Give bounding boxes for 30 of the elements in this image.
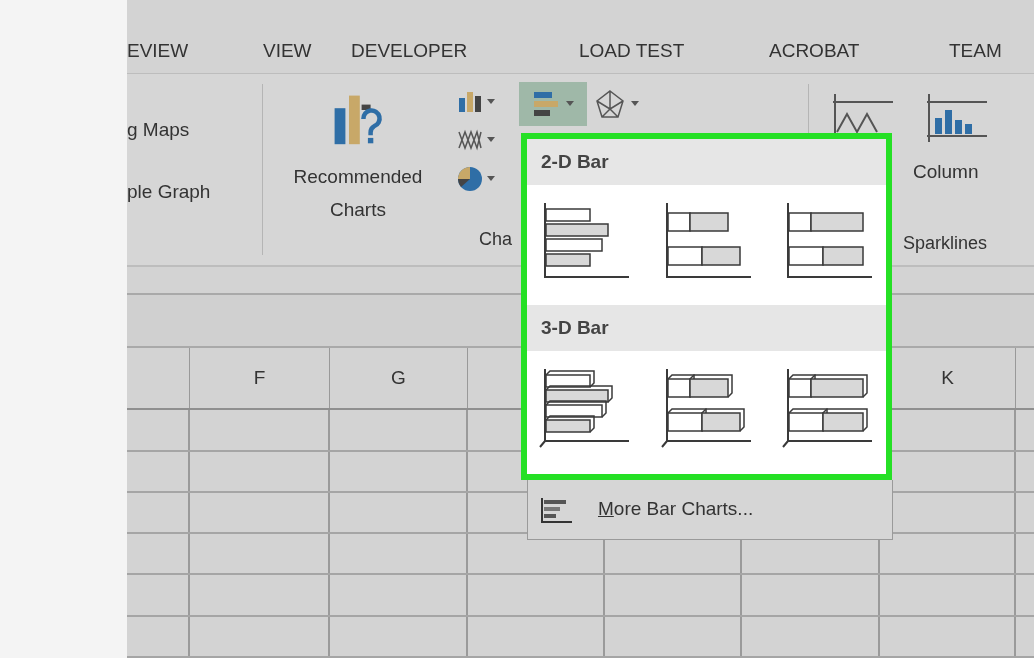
pie-chart-icon	[457, 165, 483, 192]
caret-icon	[487, 176, 495, 182]
column-sparkline-label[interactable]: Column	[913, 157, 979, 187]
ribbon-tab[interactable]: EVIEW	[127, 31, 259, 72]
caret-icon	[487, 99, 495, 105]
ribbon-label[interactable]: g Maps	[127, 115, 190, 145]
bar-chart-icon	[540, 495, 572, 524]
column-header[interactable]: K	[941, 363, 954, 393]
ribbon-tab[interactable]: ACROBAT	[765, 31, 945, 72]
group-label: Sparklines	[903, 232, 988, 256]
group-label: Cha	[479, 227, 513, 251]
caret-icon	[487, 137, 495, 143]
section-header: 2-D Bar	[527, 139, 886, 185]
column-header[interactable]: G	[391, 363, 406, 393]
bar-chart-icon	[532, 89, 560, 118]
recommended-charts-button[interactable]: Recommended Charts	[263, 73, 453, 226]
section-header: 3-D Bar	[527, 305, 886, 351]
ribbon-tab[interactable]: DEVELOPER	[347, 31, 575, 72]
ribbon-tab[interactable]: VIEW	[259, 31, 347, 72]
column-chart-icon	[457, 89, 483, 114]
column-sparkline-icon[interactable]	[925, 91, 989, 144]
more-bar-charts-item[interactable]: More Bar Charts...	[527, 480, 893, 540]
radar-chart-icon	[595, 88, 625, 119]
caret-icon	[566, 101, 574, 107]
ribbon-tab[interactable]: LOAD TEST	[575, 31, 765, 72]
ribbon-tab[interactable]: TEAM	[945, 31, 1034, 72]
column-header[interactable]: F	[253, 363, 266, 393]
ribbon-label[interactable]: ple Graph	[127, 178, 211, 207]
caret-icon	[631, 101, 639, 107]
bar-chart-button[interactable]	[519, 81, 587, 126]
